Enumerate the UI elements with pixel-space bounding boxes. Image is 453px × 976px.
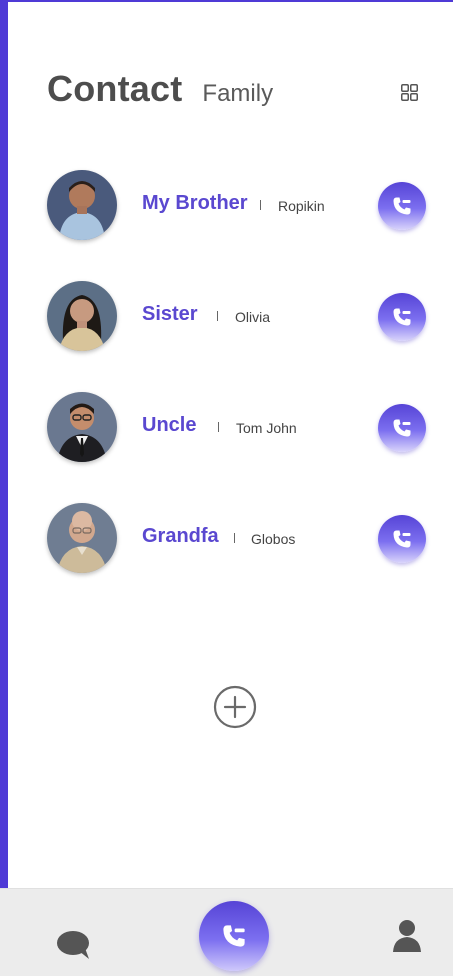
contact-item-uncle[interactable]: Uncle Tom John — [47, 392, 427, 464]
window-frame-left — [0, 0, 8, 975]
avatar — [47, 170, 117, 240]
contact-item-grandfa[interactable]: Grandfa Globos — [47, 503, 427, 575]
nav-call-button[interactable] — [199, 901, 269, 971]
nav-profile-button[interactable] — [392, 919, 422, 953]
call-button[interactable] — [378, 293, 426, 341]
contact-name: Uncle — [142, 414, 197, 436]
page-subtitle: Family — [202, 80, 274, 107]
phone-icon — [393, 308, 411, 326]
avatar — [47, 281, 117, 351]
user-icon — [393, 920, 421, 952]
call-button[interactable] — [378, 404, 426, 452]
contact-nickname: Globos — [251, 531, 296, 547]
contact-nickname: Tom John — [236, 420, 297, 436]
page-title: Contact — [47, 68, 183, 109]
separator — [217, 311, 218, 321]
add-contact-button[interactable] — [213, 685, 257, 729]
page-header: Contact Family — [47, 68, 273, 118]
contact-nickname: Olivia — [235, 309, 271, 325]
window-frame-top — [0, 0, 453, 2]
contact-name: Grandfa — [142, 525, 219, 547]
separator — [218, 422, 219, 432]
contact-item-my-brother[interactable]: My Brother Ropikin — [47, 170, 427, 242]
contact-nickname: Ropikin — [278, 198, 325, 214]
phone-icon — [393, 419, 411, 437]
separator — [260, 200, 261, 210]
nav-chat-button[interactable] — [55, 930, 91, 960]
phone-icon — [393, 530, 411, 548]
separator — [234, 533, 235, 543]
chat-icon — [57, 931, 89, 959]
call-button[interactable] — [378, 182, 426, 230]
contact-item-sister[interactable]: Sister Olivia — [47, 281, 427, 353]
call-button[interactable] — [378, 515, 426, 563]
phone-icon — [393, 197, 411, 215]
contact-name: Sister — [142, 303, 198, 325]
avatar — [47, 503, 117, 573]
contact-name: My Brother — [142, 192, 248, 214]
phone-icon — [223, 925, 245, 947]
grid-icon[interactable] — [401, 84, 418, 101]
plus-circle-icon — [213, 685, 257, 729]
bottom-nav — [0, 888, 453, 976]
avatar — [47, 392, 117, 462]
